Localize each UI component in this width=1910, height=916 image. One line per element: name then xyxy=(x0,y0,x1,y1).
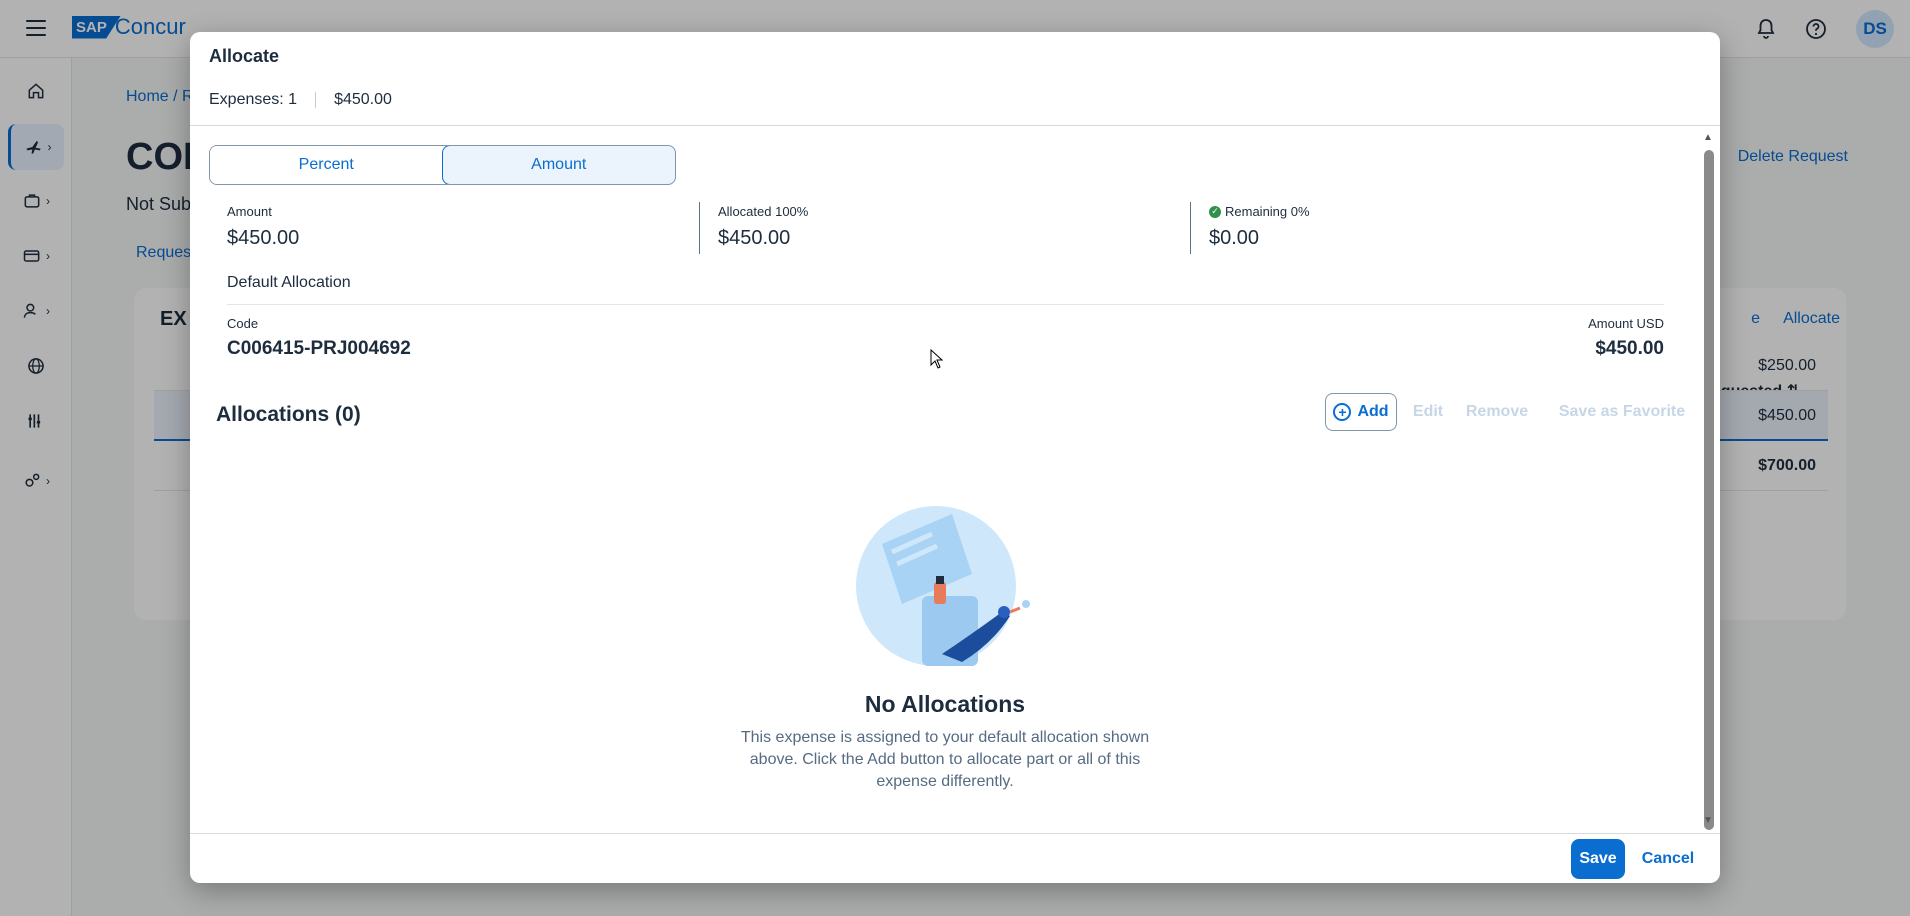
plus-circle-icon: + xyxy=(1333,403,1352,421)
allocated-stat: Allocated 100% $450.00 xyxy=(718,204,808,250)
amount-stat-value: $450.00 xyxy=(227,227,300,249)
remaining-stat-label-row: ✓ Remaining 0% xyxy=(1209,204,1310,219)
dialog-subtitle: Expenses: 1 $450.00 xyxy=(209,91,392,109)
allocated-stat-label: Allocated 100% xyxy=(718,204,809,219)
amount-usd-value: $450.00 xyxy=(1595,338,1664,359)
remaining-stat: ✓ Remaining 0% $0.00 xyxy=(1209,204,1310,250)
amount-stat-label: Amount xyxy=(227,204,272,219)
amount-usd-label: Amount USD xyxy=(1588,316,1664,331)
save-as-favorite-button[interactable]: Save as Favorite xyxy=(1544,393,1700,431)
stat-divider xyxy=(699,202,700,254)
remaining-stat-label: Remaining 0% xyxy=(1225,204,1310,219)
empty-state-description: This expense is assigned to your default… xyxy=(740,729,1150,790)
add-allocation-button[interactable]: + Add xyxy=(1325,393,1397,431)
dialog-title: Allocate xyxy=(209,46,280,66)
remaining-stat-value: $0.00 xyxy=(1209,227,1260,249)
expenses-count: Expenses: 1 xyxy=(209,91,298,108)
remove-allocation-button[interactable]: Remove xyxy=(1462,393,1532,431)
scroll-up-arrow[interactable]: ▲ xyxy=(1703,132,1713,143)
percent-toggle-button[interactable]: Percent xyxy=(210,146,443,184)
header-divider xyxy=(190,125,1720,126)
code-label: Code xyxy=(227,316,259,331)
divider xyxy=(315,92,317,108)
allocate-dialog: Allocate Expenses: 1 $450.00 Percent Amo… xyxy=(190,32,1720,883)
code-value: C006415-PRJ004692 xyxy=(227,338,411,359)
save-button[interactable]: Save xyxy=(1571,839,1625,879)
amount-toggle-button[interactable]: Amount xyxy=(441,146,675,184)
scroll-down-arrow[interactable]: ▼ xyxy=(1703,815,1713,826)
default-allocation-heading: Default Allocation xyxy=(227,274,351,291)
default-allocation-divider xyxy=(227,304,1664,305)
cancel-button[interactable]: Cancel xyxy=(1638,839,1698,879)
footer-divider xyxy=(190,833,1720,834)
expenses-amount: $450.00 xyxy=(334,91,392,108)
empty-allocations-illustration xyxy=(856,506,1030,666)
allocated-stat-value: $450.00 xyxy=(718,227,791,249)
empty-state-title: No Allocations xyxy=(864,691,1026,717)
add-button-label: Add xyxy=(1357,403,1389,420)
amount-stat: Amount $450.00 xyxy=(227,204,299,250)
scrollbar-thumb[interactable] xyxy=(1704,150,1714,830)
stat-divider xyxy=(1190,202,1191,254)
check-circle-icon: ✓ xyxy=(1209,205,1221,218)
mouse-cursor-icon xyxy=(930,349,944,369)
allocation-mode-toggle: Percent Amount xyxy=(209,145,676,185)
edit-allocation-button[interactable]: Edit xyxy=(1406,393,1450,431)
allocations-title: Allocations (0) xyxy=(216,403,361,426)
